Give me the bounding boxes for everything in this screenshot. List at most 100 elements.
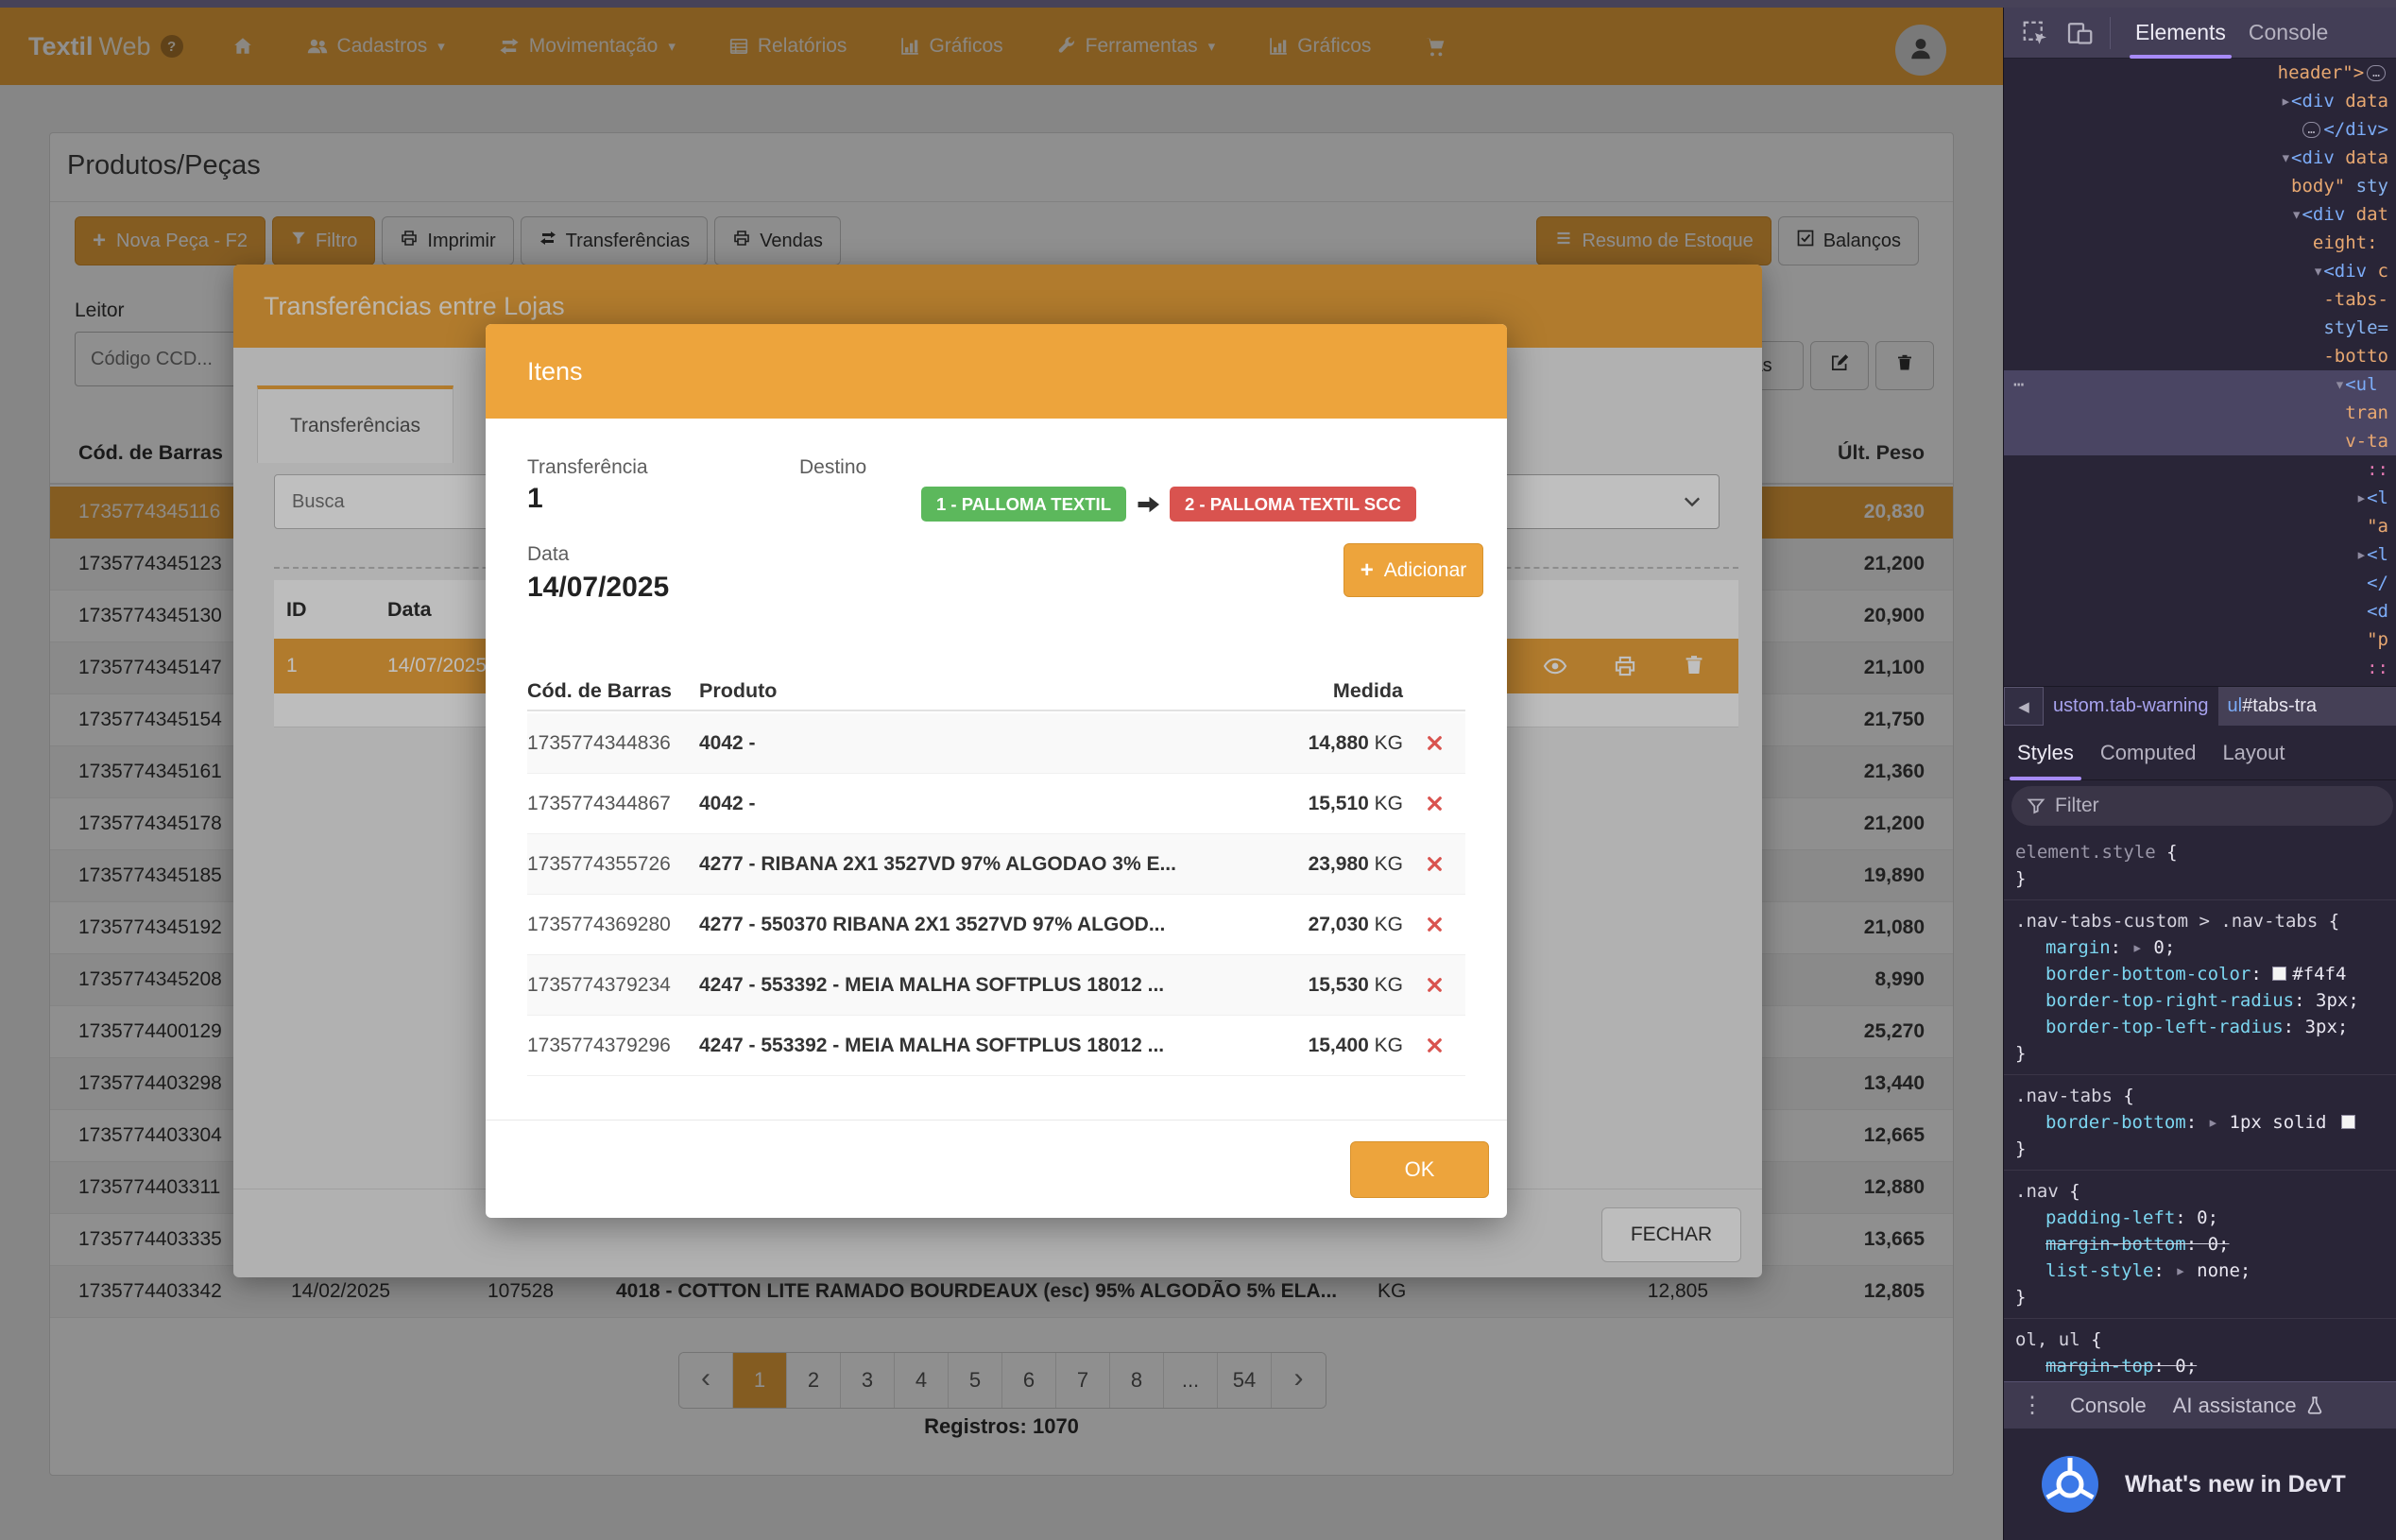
expand-arrow-icon[interactable]: ▸ (2208, 1112, 2230, 1133)
remove-item-icon[interactable] (1403, 854, 1465, 874)
tree-line[interactable]: eight: (2004, 229, 2396, 257)
divider (486, 1120, 1507, 1121)
tab-console[interactable]: Console (2237, 8, 2339, 59)
property-value: 0; (2175, 1356, 2197, 1377)
css-rule[interactable]: .nav-tabs-custom > .nav-tabs {margin: ▸ … (2004, 900, 2396, 1075)
property-text: border-top-left-radius: 3px; (2045, 1017, 2348, 1037)
property-text: margin-bottom: 0; (2045, 1234, 2230, 1255)
remove-item-icon[interactable] (1403, 1035, 1465, 1055)
item-row[interactable]: 17357743557264277 - RIBANA 2X1 3527VD 97… (527, 834, 1465, 895)
property-name: border-bottom-color (2045, 964, 2251, 984)
drawer-console-tab[interactable]: Console (2070, 1394, 2147, 1418)
tab-layout[interactable]: Layout (2209, 726, 2298, 780)
inspect-icon[interactable] (2021, 19, 2049, 47)
expand-arrow-icon[interactable]: ▸ (2175, 1260, 2197, 1281)
flask-icon (2304, 1395, 2325, 1416)
property-name: margin-bottom (2045, 1234, 2186, 1255)
expand-arrow-icon[interactable]: ▸ (2132, 937, 2154, 958)
tree-line[interactable]: …</div> (2004, 115, 2396, 144)
css-property[interactable]: padding-left: 0; (2015, 1205, 2396, 1231)
css-rule[interactable]: .nav-tabs {border-bottom: ▸ 1px solid } (2004, 1075, 2396, 1171)
tree-line[interactable]: -tabs- (2004, 285, 2396, 314)
more-icon[interactable]: ⋮ (2021, 1392, 2044, 1419)
more-icon[interactable]: ⋯ (2013, 370, 2026, 399)
css-property[interactable]: border-bottom: ▸ 1px solid (2015, 1109, 2396, 1136)
color-swatch[interactable] (2272, 967, 2286, 981)
tree-line[interactable]: ⋯▾<ul (2004, 370, 2396, 399)
css-rule[interactable]: ol, ul {margin-top: 0;margin-bottom: 10} (2004, 1319, 2396, 1381)
tab-styles[interactable]: Styles (2004, 726, 2087, 780)
sidebar-pane-tabs: Styles Computed Layout (2004, 726, 2396, 780)
css-rule[interactable]: .nav {padding-left: 0;margin-bottom: 0;l… (2004, 1171, 2396, 1319)
breadcrumb-item[interactable]: ustom.tab-warning (2044, 687, 2218, 726)
remove-item-icon[interactable] (1403, 975, 1465, 995)
tree-line[interactable]: body" sty (2004, 172, 2396, 200)
item-row[interactable]: 17357743792344247 - 553392 - MEIA MALHA … (527, 955, 1465, 1016)
remove-item-icon[interactable] (1403, 733, 1465, 753)
item-row[interactable]: 17357743448364042 -14,880 KG (527, 713, 1465, 774)
tree-line[interactable]: ▾<div c (2004, 257, 2396, 285)
code-token: <l (2367, 540, 2388, 569)
drawer-ai-tab[interactable]: AI assistance (2173, 1394, 2325, 1418)
browser-top-strip (0, 0, 2396, 8)
breadcrumb-item-current[interactable]: ul#tabs-tra (2218, 687, 2396, 726)
add-item-button[interactable]: +Adicionar (1343, 543, 1483, 597)
css-property[interactable]: margin-bottom: 0; (2015, 1231, 2396, 1258)
divider (2110, 17, 2111, 49)
whats-new-link[interactable]: What's new in DevT (2125, 1471, 2346, 1498)
code-token: :: (2367, 654, 2388, 682)
code-token: v-ta (2345, 427, 2388, 455)
ok-button[interactable]: OK (1350, 1141, 1489, 1198)
property-text: margin-top: 0; (2045, 1356, 2197, 1377)
code-token: data (2345, 144, 2388, 172)
items-modal-title: Itens (527, 357, 583, 386)
transfer-value: 1 (527, 483, 543, 515)
property-text: border-bottom: ▸ 1px solid (2045, 1112, 2361, 1133)
color-swatch[interactable] (2341, 1115, 2355, 1129)
property-text: list-style: ▸ none; (2045, 1260, 2251, 1281)
code-token: <div (2291, 87, 2345, 115)
tree-line[interactable]: style= (2004, 314, 2396, 342)
css-rule[interactable]: element.style {} (2004, 831, 2396, 900)
tree-line[interactable]: :: (2004, 455, 2396, 484)
property-value: 0; (2197, 1207, 2218, 1228)
tree-line[interactable]: ▾<div dat (2004, 200, 2396, 229)
tree-line[interactable]: ▸<l (2004, 484, 2396, 512)
rule-selector: ol, ul { (2015, 1326, 2396, 1353)
css-property[interactable]: border-top-right-radius: 3px; (2015, 987, 2396, 1014)
tree-line[interactable]: ▸<div data (2004, 87, 2396, 115)
tree-line[interactable]: :: (2004, 654, 2396, 682)
col-product[interactable]: Produto (699, 679, 1214, 703)
tree-line[interactable]: header">… (2004, 59, 2396, 87)
styles-filter-input[interactable]: Filter (2011, 786, 2393, 826)
item-row[interactable]: 17357743448674042 -15,510 KG (527, 774, 1465, 834)
tree-line[interactable]: "p (2004, 625, 2396, 654)
tab-computed[interactable]: Computed (2087, 726, 2210, 780)
item-row[interactable]: 17357743692804277 - 550370 RIBANA 2X1 35… (527, 895, 1465, 955)
devtools-panel: Elements Console header">…▸<div data…</d… (2003, 0, 2396, 1540)
tab-elements[interactable]: Elements (2124, 8, 2237, 59)
col-barcode[interactable]: Cód. de Barras (527, 679, 699, 703)
tree-line[interactable]: tran (2004, 399, 2396, 427)
device-toolbar-icon[interactable] (2066, 19, 2095, 47)
css-property[interactable]: margin: ▸ 0; (2015, 934, 2396, 961)
tree-line[interactable]: v-ta (2004, 427, 2396, 455)
tree-line[interactable]: ▾<div data (2004, 144, 2396, 172)
tree-line[interactable]: </ (2004, 569, 2396, 597)
item-row[interactable]: 17357743792964247 - 553392 - MEIA MALHA … (527, 1016, 1465, 1076)
tree-line[interactable]: ▸<l (2004, 540, 2396, 569)
css-property[interactable]: list-style: ▸ none; (2015, 1258, 2396, 1284)
css-property[interactable]: border-top-left-radius: 3px; (2015, 1014, 2396, 1040)
property-value: 0; (2153, 937, 2175, 958)
tree-line[interactable]: <d (2004, 597, 2396, 625)
property-name: margin (2045, 937, 2111, 958)
selector-text: .nav-tabs-custom > .nav-tabs (2015, 911, 2318, 932)
css-property[interactable]: border-bottom-color: #f4f4 (2015, 961, 2396, 987)
tree-line[interactable]: "a (2004, 512, 2396, 540)
breadcrumb-back-icon[interactable]: ◀ (2004, 687, 2044, 726)
remove-item-icon[interactable] (1403, 794, 1465, 813)
tree-line[interactable]: -botto (2004, 342, 2396, 370)
css-property[interactable]: margin-top: 0; (2015, 1353, 2396, 1379)
remove-item-icon[interactable] (1403, 915, 1465, 934)
col-measure[interactable]: Medida (1214, 679, 1403, 703)
